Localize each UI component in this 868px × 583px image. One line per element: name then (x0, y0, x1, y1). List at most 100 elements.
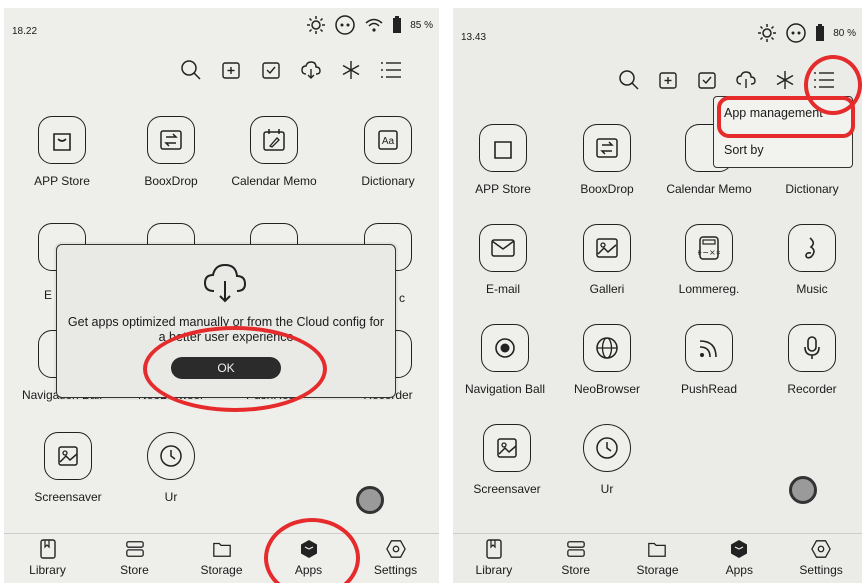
menu-list-icon[interactable] (812, 68, 836, 92)
toolbar (179, 58, 403, 82)
app-label: Lommereg. (678, 282, 740, 296)
app-tile[interactable]: +−×= Lommereg. (659, 224, 759, 296)
nav-store[interactable]: Store (546, 539, 606, 577)
app-tile[interactable]: Galleri (557, 224, 657, 296)
transfer-icon (583, 124, 631, 172)
app-tile[interactable]: BooxDrop (557, 124, 657, 196)
floating-ball-button[interactable] (356, 486, 384, 514)
app-tile[interactable]: BooxDrop (121, 116, 221, 188)
app-label-partial: c (399, 291, 405, 305)
snowflake-icon[interactable] (773, 68, 797, 92)
settings-icon (385, 539, 406, 559)
menu-item-sort-by[interactable]: Sort by (724, 143, 764, 157)
dictionary-icon: Aa (364, 116, 412, 164)
clock-icon (147, 432, 195, 480)
app-tile[interactable]: Recorder (762, 324, 862, 396)
book-icon (484, 539, 504, 559)
snowflake-icon[interactable] (339, 58, 363, 82)
status-time: 13.43 (461, 32, 487, 43)
floating-ball-button[interactable] (789, 476, 817, 504)
status-time: 18.22 (12, 26, 38, 37)
search-icon[interactable] (617, 68, 641, 92)
app-tile[interactable]: Navigation Ball (455, 324, 555, 396)
cube-icon (299, 539, 319, 559)
select-icon[interactable] (695, 68, 719, 92)
search-icon[interactable] (179, 58, 203, 82)
ok-button[interactable]: OK (171, 357, 281, 379)
select-icon[interactable] (259, 58, 283, 82)
bag-icon (479, 124, 527, 172)
nav-label: Apps (294, 563, 323, 577)
app-tile[interactable]: E-mail (453, 224, 553, 296)
cloud-download-icon[interactable] (299, 58, 323, 82)
nav-library[interactable]: Library (464, 539, 524, 577)
app-tile[interactable]: Screensaver (18, 432, 118, 504)
svg-text:Aa: Aa (382, 136, 395, 147)
nav-library[interactable]: Library (18, 539, 78, 577)
store-icon (125, 539, 145, 559)
app-label: Screensaver (34, 490, 102, 504)
nav-store[interactable]: Store (105, 539, 165, 577)
image-icon (483, 424, 531, 472)
nav-storage[interactable]: Storage (627, 539, 687, 577)
app-tile[interactable]: Screensaver (457, 424, 557, 496)
nav-label: Library (29, 563, 66, 577)
wifi-icon[interactable] (364, 16, 384, 34)
app-label: Dictionary (361, 174, 415, 188)
folder-icon (647, 539, 667, 559)
refresh-mode-icon[interactable] (334, 14, 356, 36)
status-bar: 18.22 85 % (4, 8, 439, 48)
cube-icon (729, 539, 749, 559)
nav-label: Settings (799, 563, 843, 577)
navigation-ball-icon (481, 324, 529, 372)
mail-icon (479, 224, 527, 272)
cloud-download-icon (203, 263, 247, 303)
nav-apps[interactable]: Apps (709, 539, 769, 577)
app-label: NeoBrowser (573, 382, 641, 396)
nav-settings[interactable]: Settings (366, 539, 426, 577)
app-label: Calendar Memo (231, 174, 317, 188)
app-label: Dictionary (785, 182, 839, 196)
image-icon (44, 432, 92, 480)
app-tile[interactable]: Ur (121, 432, 221, 504)
nav-apps[interactable]: Apps (279, 539, 339, 577)
app-tile[interactable]: Aa Dictionary (338, 116, 438, 188)
music-icon (788, 224, 836, 272)
nav-storage[interactable]: Storage (192, 539, 252, 577)
app-tile[interactable]: PushRead (659, 324, 759, 396)
refresh-mode-icon[interactable] (785, 22, 807, 44)
battery-icon (816, 24, 825, 41)
options-menu: App management Sort by (713, 96, 853, 168)
battery-percent: 85 % (410, 19, 433, 31)
add-folder-icon[interactable] (219, 58, 243, 82)
app-tile[interactable]: Ur (557, 424, 657, 496)
nav-settings[interactable]: Settings (791, 539, 851, 577)
app-tile[interactable]: APP Store (12, 116, 112, 188)
status-bar: 13.43 80 % (453, 8, 862, 48)
calculator-icon: +−×= (685, 224, 733, 272)
app-label-partial: E (44, 288, 53, 302)
app-tile[interactable]: Calendar Memo (224, 116, 324, 188)
book-icon (38, 539, 58, 559)
add-folder-icon[interactable] (656, 68, 680, 92)
menu-item-app-management[interactable]: App management (724, 106, 823, 120)
app-label: APP Store (475, 182, 531, 196)
calendar-memo-icon (250, 116, 298, 164)
cloud-config-dialog: Get apps optimized manually or from the … (56, 244, 396, 398)
menu-list-icon[interactable] (379, 58, 403, 82)
battery-percent: 80 % (833, 27, 856, 39)
cloud-download-icon[interactable] (734, 68, 758, 92)
app-label: E-mail (485, 282, 520, 296)
app-tile[interactable]: Music (762, 224, 862, 296)
brightness-icon[interactable] (306, 15, 326, 35)
nav-label: Storage (636, 563, 679, 577)
brightness-icon[interactable] (757, 23, 777, 43)
dialog-message: Get apps optimized manually or from the … (67, 315, 385, 344)
globe-icon (583, 324, 631, 372)
app-label: BooxDrop (580, 182, 634, 196)
store-icon (566, 539, 586, 559)
app-tile[interactable]: NeoBrowser (557, 324, 657, 396)
gallery-icon (583, 224, 631, 272)
app-label: Music (796, 282, 828, 296)
app-tile[interactable]: APP Store (453, 124, 553, 196)
